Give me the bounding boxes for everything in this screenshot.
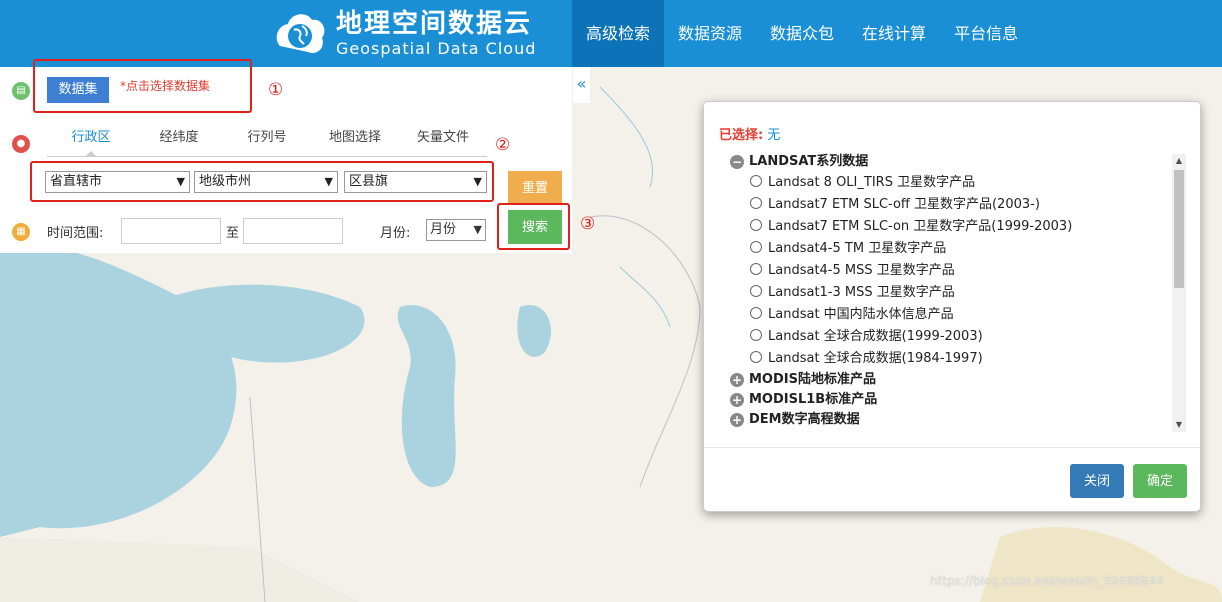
tree-label: LANDSAT系列数据 <box>749 154 869 169</box>
tab-path-row[interactable]: 行列号 <box>223 127 311 156</box>
tab-admin-region[interactable]: 行政区 <box>47 127 135 157</box>
annotation-number-2: ② <box>495 135 511 155</box>
tree-leaf[interactable]: Landsat 中国内陆水体信息产品 <box>730 304 1172 326</box>
time-range-label: 时间范围: <box>47 226 104 241</box>
tree-group[interactable]: − LANDSAT系列数据 <box>730 152 1172 172</box>
radio-icon[interactable] <box>750 329 762 341</box>
close-button[interactable]: 关闭 <box>1070 464 1124 498</box>
tree-leaf[interactable]: Landsat1-3 MSS 卫星数字产品 <box>730 282 1172 304</box>
selected-label: 已选择: <box>719 128 764 143</box>
plus-circle-icon[interactable]: + <box>730 393 744 407</box>
annotation-box-3 <box>497 203 570 250</box>
logo-title-en: Geospatial Data Cloud <box>336 39 537 58</box>
map-pin-icon: ● <box>12 135 30 153</box>
tree-label: Landsat4-5 TM 卫星数字产品 <box>768 241 947 256</box>
radio-icon[interactable] <box>750 263 762 275</box>
tab-lat-lon[interactable]: 经纬度 <box>135 127 223 156</box>
main-nav: 高级检索 数据资源 数据众包 在线计算 平台信息 <box>572 0 1032 67</box>
tree-label: Landsat7 ETM SLC-on 卫星数字产品(1999-2003) <box>768 219 1073 234</box>
tree-leaf[interactable]: Landsat7 ETM SLC-on 卫星数字产品(1999-2003) <box>730 216 1172 238</box>
tab-vector-file[interactable]: 矢量文件 <box>399 127 487 156</box>
confirm-button[interactable]: 确定 <box>1133 464 1187 498</box>
tree-label: Landsat7 ETM SLC-off 卫星数字产品(2003-) <box>768 197 1040 212</box>
radio-icon[interactable] <box>750 219 762 231</box>
scroll-thumb[interactable] <box>1174 170 1184 288</box>
minus-circle-icon[interactable]: − <box>730 155 744 169</box>
month-select-value: 月份 <box>430 222 457 237</box>
nav-platform-info[interactable]: 平台信息 <box>940 0 1032 67</box>
month-label: 月份: <box>380 226 411 241</box>
radio-icon[interactable] <box>750 285 762 297</box>
site-logo[interactable]: 地理空间数据云 Geospatial Data Cloud <box>272 6 536 62</box>
tree-label: Landsat 全球合成数据(1999-2003) <box>768 329 983 344</box>
location-tabs: 行政区 经纬度 行列号 地图选择 矢量文件 <box>47 127 487 157</box>
radio-icon[interactable] <box>750 307 762 319</box>
tree-label: Landsat 全球合成数据(1984-1997) <box>768 351 983 366</box>
tree-group[interactable]: + DEM数字高程数据 <box>730 410 1172 430</box>
dataset-modal: 已选择: 无 − LANDSAT系列数据 Landsat 8 OLI_TIRS 卫星… <box>703 101 1201 512</box>
collapse-left-icon[interactable]: « <box>572 67 590 103</box>
nav-online-computing[interactable]: 在线计算 <box>848 0 940 67</box>
tree-leaf[interactable]: Landsat4-5 MSS 卫星数字产品 <box>730 260 1172 282</box>
chevron-down-icon: ▼ <box>473 223 482 236</box>
scroll-down-icon[interactable]: ▼ <box>1172 418 1186 432</box>
nav-data-crowdsourcing[interactable]: 数据众包 <box>756 0 848 67</box>
logo-text: 地理空间数据云 Geospatial Data Cloud <box>336 9 536 59</box>
radio-icon[interactable] <box>750 197 762 209</box>
tree-leaf[interactable]: Landsat 全球合成数据(1984-1997) <box>730 348 1172 370</box>
logo-title-cn: 地理空间数据云 <box>336 9 533 39</box>
plus-circle-icon[interactable]: + <box>730 373 744 387</box>
reset-button[interactable]: 重置 <box>508 171 562 205</box>
tree-label: Landsat4-5 MSS 卫星数字产品 <box>768 263 955 278</box>
radio-icon[interactable] <box>750 241 762 253</box>
radio-icon[interactable] <box>750 351 762 363</box>
radio-icon[interactable] <box>750 175 762 187</box>
selected-dataset: 已选择: 无 <box>719 124 780 143</box>
tree-label: DEM数字高程数据 <box>749 412 860 427</box>
tree-label: Landsat1-3 MSS 卫星数字产品 <box>768 285 955 300</box>
time-to-label: 至 <box>226 226 240 241</box>
annotation-box-2 <box>30 161 494 202</box>
start-date-input[interactable] <box>121 218 221 244</box>
annotation-number-1: ① <box>268 80 284 100</box>
end-date-input[interactable] <box>243 218 343 244</box>
document-icon: ▤ <box>12 82 30 100</box>
tree-label: Landsat 8 OLI_TIRS 卫星数字产品 <box>768 175 976 190</box>
tree-label: MODISL1B标准产品 <box>749 392 878 407</box>
tree-leaf[interactable]: Landsat4-5 TM 卫星数字产品 <box>730 238 1172 260</box>
top-header: 地理空间数据云 Geospatial Data Cloud 高级检索 数据资源 … <box>0 0 1222 67</box>
modal-divider <box>704 447 1200 448</box>
tree-scrollbar[interactable]: ▲ ▼ <box>1172 154 1186 432</box>
scroll-up-icon[interactable]: ▲ <box>1172 154 1186 168</box>
nav-advanced-search[interactable]: 高级检索 <box>572 0 665 67</box>
tree-label: MODIS陆地标准产品 <box>749 372 876 387</box>
tree-leaf[interactable]: Landsat 8 OLI_TIRS 卫星数字产品 <box>730 172 1172 194</box>
month-select[interactable]: 月份 ▼ <box>426 219 486 241</box>
plus-circle-icon[interactable]: + <box>730 413 744 427</box>
annotation-number-3: ③ <box>580 214 596 234</box>
calendar-icon: ▦ <box>12 223 30 241</box>
annotation-box-1 <box>33 59 252 113</box>
tab-map-select[interactable]: 地图选择 <box>311 127 399 156</box>
watermark: https://blog.csdn.net/weixin_39498844 <box>930 574 1165 588</box>
tree-label: Landsat 中国内陆水体信息产品 <box>768 307 954 322</box>
tree-leaf[interactable]: Landsat 全球合成数据(1999-2003) <box>730 326 1172 348</box>
nav-data-resources[interactable]: 数据资源 <box>664 0 756 67</box>
selected-value: 无 <box>767 128 781 143</box>
tree-group[interactable]: + MODISL1B标准产品 <box>730 390 1172 410</box>
dataset-tree: − LANDSAT系列数据 Landsat 8 OLI_TIRS 卫星数字产品 Lan… <box>730 152 1172 432</box>
logo-globe-icon <box>276 14 325 54</box>
tree-leaf[interactable]: Landsat7 ETM SLC-off 卫星数字产品(2003-) <box>730 194 1172 216</box>
tree-group[interactable]: + MODIS陆地标准产品 <box>730 370 1172 390</box>
